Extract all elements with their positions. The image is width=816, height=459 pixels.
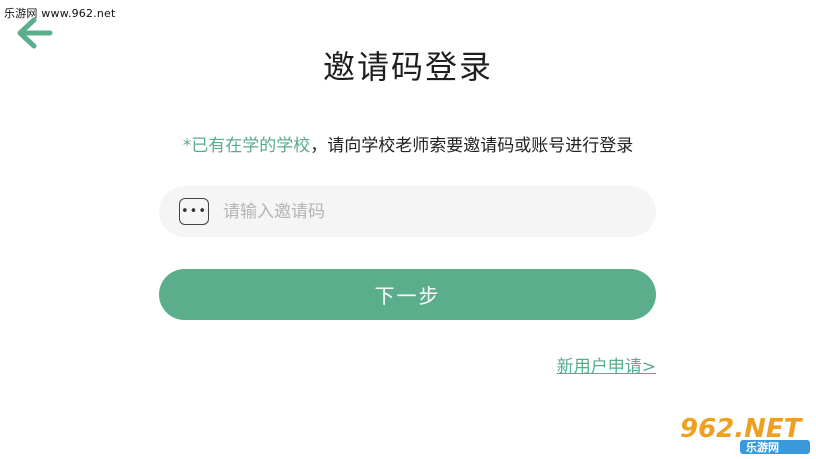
- logo-top-text: 962.NET: [680, 414, 804, 444]
- login-hint: *已有在学的学校，请向学校老师索要邀请码或账号进行登录: [0, 131, 816, 156]
- invite-code-input[interactable]: [221, 185, 656, 238]
- page-title: 邀请码登录: [322, 48, 493, 86]
- hint-text: ，请向学校老师索要邀请码或账号进行登录: [310, 136, 634, 156]
- site-logo: 962.NET 乐游网: [678, 411, 812, 454]
- dots-keypad-icon: •••: [179, 198, 209, 225]
- hint-accent: *已有在学的学校: [182, 136, 311, 156]
- invite-code-field[interactable]: •••: [159, 185, 656, 238]
- next-step-button[interactable]: 下一步: [159, 269, 656, 320]
- logo-bottom-text: 乐游网: [746, 440, 779, 454]
- new-user-apply-link[interactable]: 新用户申请>: [557, 352, 656, 377]
